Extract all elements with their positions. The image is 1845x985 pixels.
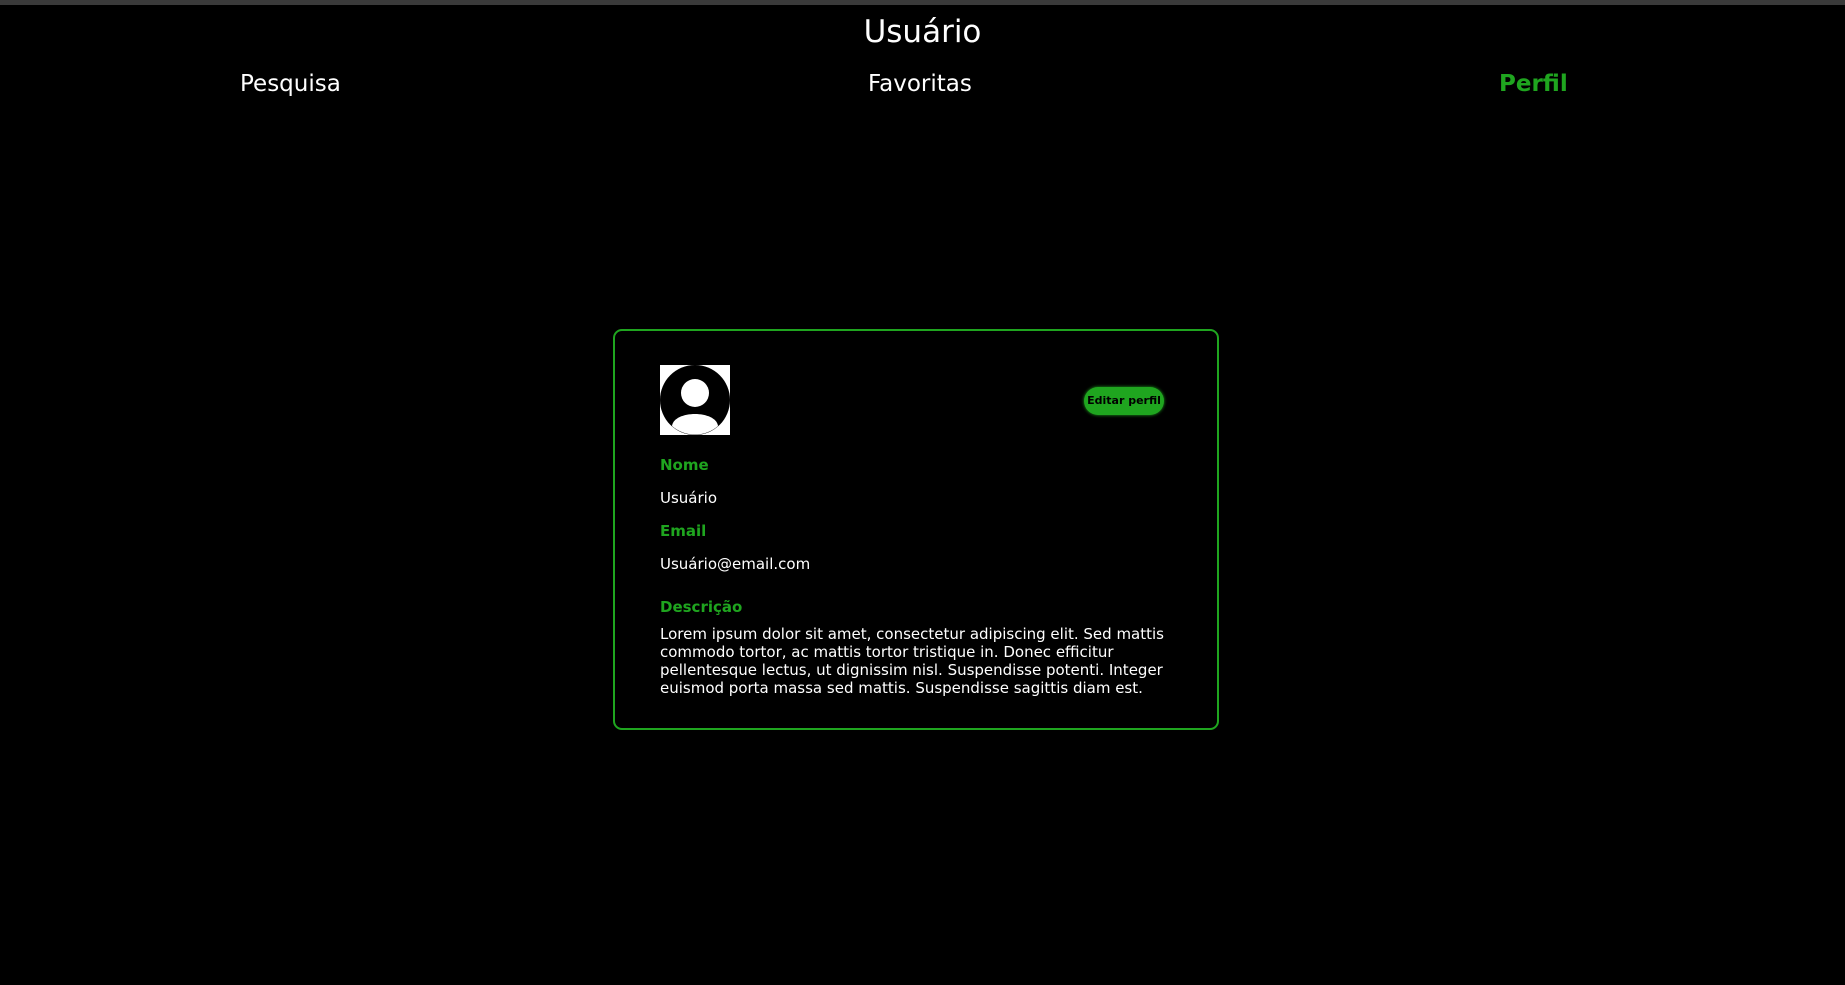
description-label: Descrição (660, 598, 743, 616)
edit-profile-button[interactable]: Editar perfil (1084, 387, 1164, 415)
email-value: Usuário@email.com (660, 555, 811, 573)
page-title: Usuário (863, 14, 982, 50)
top-border (0, 0, 1845, 5)
main-nav: Pesquisa Favoritas Perfil (0, 68, 1845, 100)
description-value: Lorem ipsum dolor sit amet, consectetur … (660, 625, 1164, 697)
name-value: Usuário (660, 489, 718, 507)
nav-item-perfil[interactable]: Perfil (1499, 68, 1568, 100)
profile-card: Editar perfil Nome Usuário Email Usuário… (613, 329, 1219, 730)
name-label: Nome (660, 456, 709, 474)
email-label: Email (660, 522, 707, 540)
nav-item-pesquisa[interactable]: Pesquisa (240, 68, 341, 100)
nav-item-favoritas[interactable]: Favoritas (868, 68, 972, 100)
user-avatar-icon (660, 365, 730, 435)
